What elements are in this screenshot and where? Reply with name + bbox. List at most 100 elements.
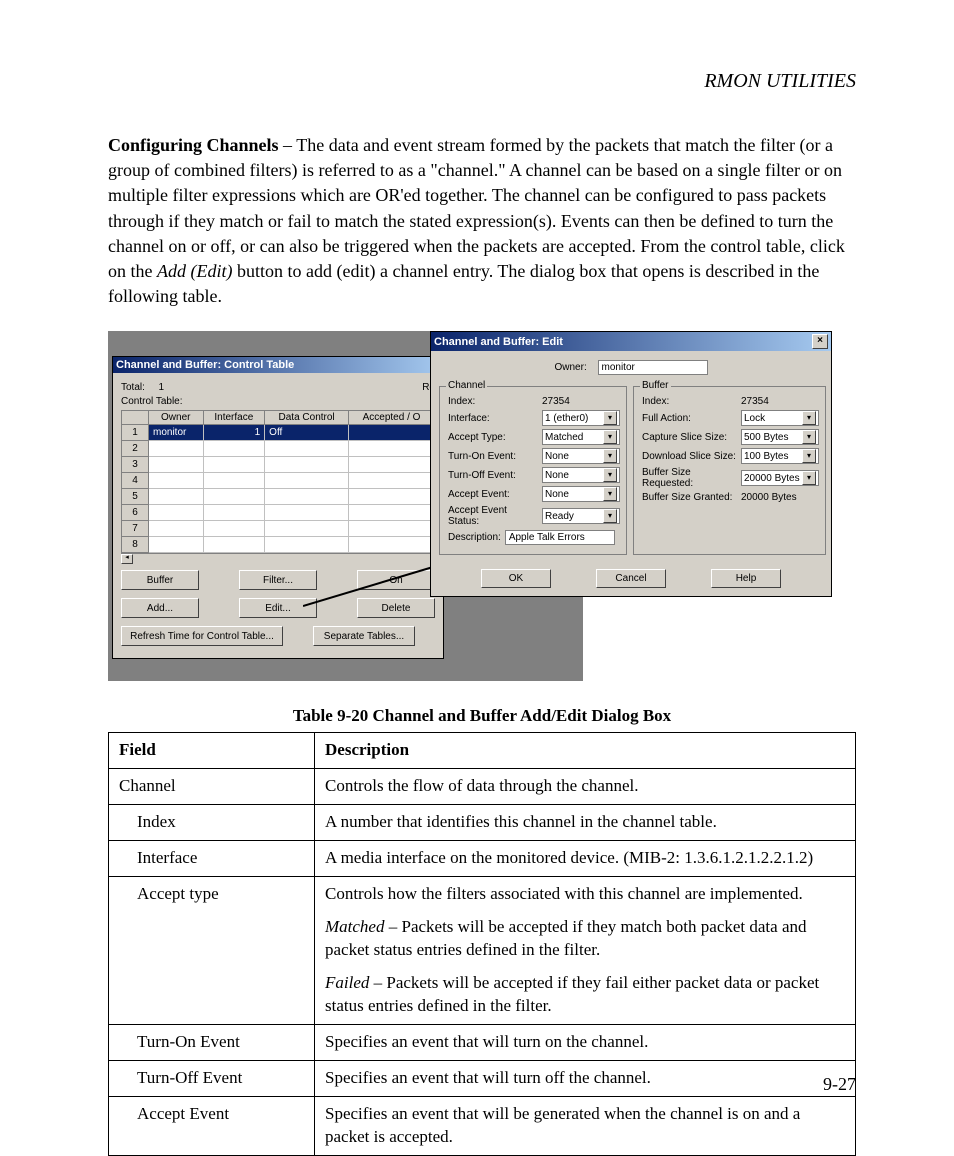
control-grid[interactable]: Owner Interface Data Control Accepted / … bbox=[121, 410, 435, 553]
fullaction-select[interactable]: Lock▾ bbox=[741, 410, 819, 426]
bufgrant-label: Buffer Size Granted: bbox=[642, 492, 737, 503]
acceptstatus-label: Accept Event Status: bbox=[448, 505, 538, 527]
page-number: 9-27 bbox=[823, 1074, 856, 1095]
table-row: Turn-Off EventSpecifies an event that wi… bbox=[109, 1060, 856, 1096]
total-value: 1 bbox=[158, 382, 164, 393]
cell-iface: 1 bbox=[203, 425, 265, 441]
dlslice-select[interactable]: 100 Bytes▾ bbox=[741, 448, 819, 464]
interface-select[interactable]: 1 (ether0)▾ bbox=[542, 410, 620, 426]
refresh-time-button[interactable]: Refresh Time for Control Table... bbox=[121, 626, 283, 646]
accept-type-select[interactable]: Matched▾ bbox=[542, 429, 620, 445]
chevron-down-icon: ▾ bbox=[603, 509, 617, 523]
turnon-label: Turn-On Event: bbox=[448, 451, 538, 462]
edit-button[interactable]: Edit... bbox=[239, 598, 317, 618]
channel-group: Channel Index:27354 Interface:1 (ether0)… bbox=[439, 386, 627, 555]
table-row: IndexA number that identifies this chann… bbox=[109, 805, 856, 841]
buffer-group: Buffer Index:27354 Full Action:Lock▾ Cap… bbox=[633, 386, 826, 555]
cell-acc bbox=[349, 425, 435, 441]
table-row[interactable]: 6 bbox=[122, 505, 435, 521]
description-table: Field Description ChannelControls the fl… bbox=[108, 732, 856, 1155]
help-button[interactable]: Help bbox=[711, 569, 781, 588]
table-row: Accept EventSpecifies an event that will… bbox=[109, 1096, 856, 1155]
turnon-select[interactable]: None▾ bbox=[542, 448, 620, 464]
cancel-button[interactable]: Cancel bbox=[596, 569, 666, 588]
table-row[interactable]: 1 monitor 1 Off bbox=[122, 425, 435, 441]
cell-dc: Off bbox=[265, 425, 349, 441]
interface-label: Interface: bbox=[448, 413, 538, 424]
col-accepted: Accepted / O bbox=[349, 411, 435, 425]
separate-tables-button[interactable]: Separate Tables... bbox=[313, 626, 415, 646]
bufgrant-value: 20000 Bytes bbox=[741, 492, 797, 503]
total-label: Total: bbox=[121, 382, 145, 393]
buffer-legend: Buffer bbox=[640, 380, 671, 391]
desc-cell: Specifies an event that will turn off th… bbox=[315, 1060, 856, 1096]
acceptevent-select[interactable]: None▾ bbox=[542, 486, 620, 502]
col-datacontrol: Data Control bbox=[265, 411, 349, 425]
owner-input[interactable] bbox=[598, 360, 708, 375]
control-titlebar: Channel and Buffer: Control Table bbox=[113, 357, 443, 373]
accept-type-label: Accept Type: bbox=[448, 432, 538, 443]
table-row[interactable]: 8 bbox=[122, 537, 435, 553]
chevron-down-icon: ▾ bbox=[802, 430, 816, 444]
col-owner: Owner bbox=[149, 411, 204, 425]
table-row[interactable]: 2 bbox=[122, 441, 435, 457]
edit-dialog: Channel and Buffer: Edit × Owner: Channe… bbox=[430, 331, 832, 597]
rownum: 1 bbox=[122, 425, 149, 441]
table-row[interactable]: 7 bbox=[122, 521, 435, 537]
desc-cell: A media interface on the monitored devic… bbox=[315, 841, 856, 877]
on-button[interactable]: On bbox=[357, 570, 435, 590]
rownum: 8 bbox=[122, 537, 149, 553]
th-field: Field bbox=[109, 733, 315, 769]
desc-cell: Controls the flow of data through the ch… bbox=[315, 769, 856, 805]
intro-paragraph: Configuring Channels – The data and even… bbox=[108, 133, 856, 309]
index-label: Index: bbox=[448, 396, 538, 407]
index-value: 27354 bbox=[542, 396, 570, 407]
table-row[interactable]: 5 bbox=[122, 489, 435, 505]
rownum: 4 bbox=[122, 473, 149, 489]
col-blank bbox=[122, 411, 149, 425]
add-button[interactable]: Add... bbox=[121, 598, 199, 618]
field-cell: Accept type bbox=[109, 877, 315, 1025]
rownum: 2 bbox=[122, 441, 149, 457]
bufreq-select[interactable]: 20000 Bytes▾ bbox=[741, 470, 819, 486]
field-cell: Channel bbox=[109, 769, 315, 805]
table-row: ChannelControls the flow of data through… bbox=[109, 769, 856, 805]
field-cell: Turn-On Event bbox=[109, 1024, 315, 1060]
channel-legend: Channel bbox=[446, 380, 487, 391]
turnoff-select[interactable]: None▾ bbox=[542, 467, 620, 483]
field-cell: Turn-Off Event bbox=[109, 1060, 315, 1096]
fullaction-label: Full Action: bbox=[642, 413, 737, 424]
buffer-button[interactable]: Buffer bbox=[121, 570, 199, 590]
desc-cell: Specifies an event that will be generate… bbox=[315, 1096, 856, 1155]
description-input[interactable] bbox=[505, 530, 615, 545]
table-row[interactable]: 3 bbox=[122, 457, 435, 473]
close-icon[interactable]: × bbox=[812, 334, 828, 349]
delete-button[interactable]: Delete bbox=[357, 598, 435, 618]
bufreq-label: Buffer Size Requested: bbox=[642, 467, 737, 489]
control-table-window: Channel and Buffer: Control Table Total:… bbox=[112, 356, 444, 659]
table-caption: Table 9-20 Channel and Buffer Add/Edit D… bbox=[108, 706, 856, 726]
owner-label: Owner: bbox=[554, 362, 586, 373]
bindex-label: Index: bbox=[642, 396, 737, 407]
acceptstatus-select[interactable]: Ready▾ bbox=[542, 508, 620, 524]
capslice-select[interactable]: 500 Bytes▾ bbox=[741, 429, 819, 445]
desc-cell: Specifies an event that will turn on the… bbox=[315, 1024, 856, 1060]
edit-titlebar: Channel and Buffer: Edit × bbox=[431, 332, 831, 351]
rownum: 5 bbox=[122, 489, 149, 505]
table-row: InterfaceA media interface on the monito… bbox=[109, 841, 856, 877]
chevron-down-icon: ▾ bbox=[802, 411, 816, 425]
chevron-down-icon: ▾ bbox=[603, 430, 617, 444]
ok-button[interactable]: OK bbox=[481, 569, 551, 588]
para-italic: Add (Edit) bbox=[157, 261, 232, 281]
screenshot-figure: Channel and Buffer: Control Table Total:… bbox=[108, 331, 856, 686]
table-row[interactable]: 4 bbox=[122, 473, 435, 489]
filter-button[interactable]: Filter... bbox=[239, 570, 317, 590]
running-header: RMON UTILITIES bbox=[108, 70, 856, 93]
field-cell: Interface bbox=[109, 841, 315, 877]
scroll-left-icon[interactable]: ◂ bbox=[121, 554, 133, 564]
table-row: Turn-On EventSpecifies an event that wil… bbox=[109, 1024, 856, 1060]
chevron-down-icon: ▾ bbox=[802, 471, 816, 485]
rownum: 7 bbox=[122, 521, 149, 537]
cell-owner: monitor bbox=[149, 425, 204, 441]
desc-cell: Controls how the filters associated with… bbox=[315, 877, 856, 1025]
